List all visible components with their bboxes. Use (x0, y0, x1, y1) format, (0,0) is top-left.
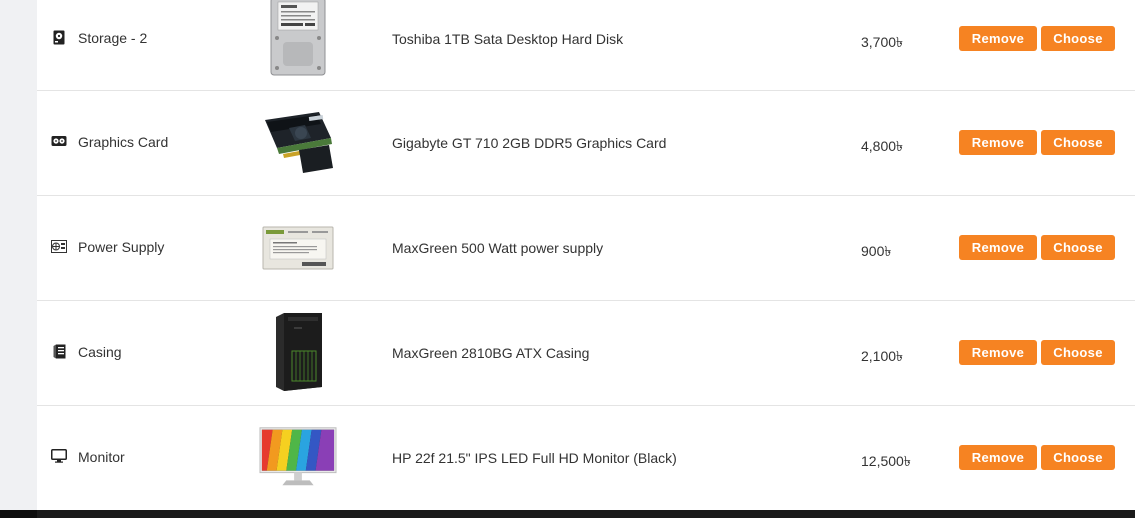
product-price: 3,700৳ (861, 34, 904, 50)
component-row-monitor: Monitor HP 22f 21.5" IPS LED Full HD Mon… (37, 406, 1135, 510)
product-name[interactable]: Gigabyte GT 710 2GB DDR5 Graphics Card (392, 135, 666, 151)
component-row-power-supply: Power Supply MaxGreen 500 Watt power sup… (37, 196, 1135, 301)
choose-button[interactable]: Choose (1041, 26, 1115, 51)
bottom-bar (0, 510, 1135, 518)
choose-button[interactable]: Choose (1041, 235, 1115, 260)
component-row-casing: Casing MaxGreen 2810BG ATX Casing 2,100৳… (37, 301, 1135, 406)
component-row-graphics-card: Graphics Card Gigabyte GT 710 2GB DDR5 G… (37, 91, 1135, 196)
remove-button[interactable]: Remove (959, 340, 1037, 365)
product-price: 900৳ (861, 243, 892, 259)
component-list: Storage - 2 Toshiba 1TB Sata Desktop Har… (37, 0, 1135, 510)
power-supply-icon (51, 238, 67, 254)
bottom-bar-segment (37, 510, 1135, 518)
category-label: Casing (78, 344, 122, 360)
product-name[interactable]: HP 22f 21.5" IPS LED Full HD Monitor (Bl… (392, 450, 677, 466)
hard-disk-image[interactable] (259, 0, 337, 76)
monitor-icon (51, 448, 67, 464)
remove-button[interactable]: Remove (959, 235, 1037, 260)
product-name[interactable]: MaxGreen 2810BG ATX Casing (392, 345, 589, 361)
monitor-image[interactable] (259, 419, 337, 497)
component-row-storage-2: Storage - 2 Toshiba 1TB Sata Desktop Har… (37, 0, 1135, 91)
power-supply-image[interactable] (259, 209, 337, 287)
casing-image[interactable] (259, 313, 337, 391)
product-price: 4,800৳ (861, 138, 904, 154)
remove-button[interactable]: Remove (959, 26, 1037, 51)
graphics-card-image[interactable] (259, 104, 337, 182)
remove-button[interactable]: Remove (959, 445, 1037, 470)
product-price: 12,500৳ (861, 453, 911, 469)
product-name[interactable]: MaxGreen 500 Watt power supply (392, 240, 603, 256)
product-price: 2,100৳ (861, 348, 904, 364)
casing-icon (51, 343, 67, 359)
category-label: Power Supply (78, 239, 165, 255)
remove-button[interactable]: Remove (959, 130, 1037, 155)
product-name[interactable]: Toshiba 1TB Sata Desktop Hard Disk (392, 31, 623, 47)
hard-disk-icon (51, 29, 67, 45)
choose-button[interactable]: Choose (1041, 340, 1115, 365)
choose-button[interactable]: Choose (1041, 130, 1115, 155)
graphics-card-icon (51, 133, 67, 149)
category-label: Storage - 2 (78, 30, 148, 46)
category-label: Graphics Card (78, 134, 169, 150)
choose-button[interactable]: Choose (1041, 445, 1115, 470)
category-label: Monitor (78, 449, 125, 465)
